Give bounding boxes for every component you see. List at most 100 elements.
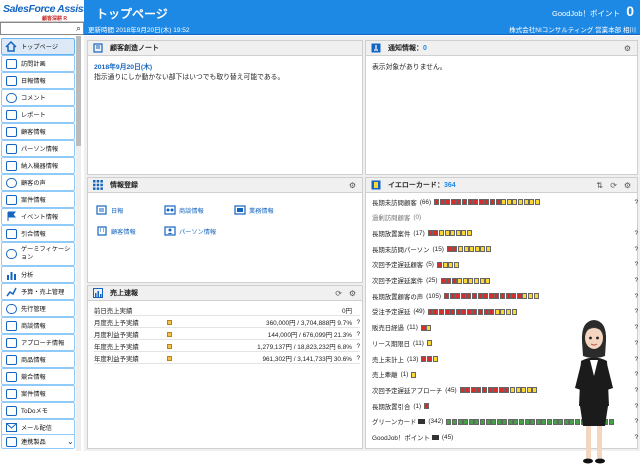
scrollbar-thumb[interactable]: [76, 36, 81, 146]
refresh-icon[interactable]: ⟳: [335, 289, 342, 298]
sales-row[interactable]: 年度利益予実績 961,302円 / 3,141,733円 30.6%?: [94, 354, 360, 364]
help-icon[interactable]: ?: [634, 387, 638, 394]
gear-icon[interactable]: ⚙: [624, 181, 631, 190]
help-icon[interactable]: ?: [634, 308, 638, 315]
card-mark: [474, 277, 480, 284]
yellow-card-row[interactable]: 次回予定遅延案件 (25)?: [372, 275, 638, 287]
sidebar-item-deal[interactable]: 案件情報: [1, 191, 75, 208]
card-mark: [461, 308, 467, 315]
sidebar-item-customer[interactable]: 顧客情報: [1, 123, 75, 140]
sidebar-item-approach[interactable]: アプローチ情報: [1, 334, 75, 351]
yellow-card-row[interactable]: 長期放置案件 (17)?: [372, 227, 638, 239]
help-icon[interactable]: ?: [634, 199, 638, 206]
sidebar-item-label: レポート: [21, 112, 46, 119]
help-icon[interactable]: ?: [634, 246, 638, 253]
help-icon[interactable]: ?: [634, 230, 638, 237]
refresh-icon[interactable]: ⟳: [610, 181, 617, 190]
sidebar-item-voice[interactable]: 顧客の声: [1, 174, 75, 191]
help-icon[interactable]: ?: [634, 277, 638, 284]
sidebar-item-gamification[interactable]: ゲーミフィケーション: [1, 242, 75, 266]
sidebar-item-visit-plan[interactable]: 訪問計画: [1, 55, 75, 72]
help-icon[interactable]: ?: [634, 293, 638, 300]
app-logo[interactable]: SalesForce Assistant 顧客深耕 R: [0, 0, 101, 22]
yellow-card-bars: [459, 387, 538, 394]
card-mark: [469, 246, 475, 253]
customer-note-panel: 顧客創造ノート 2018年9月20日(木) 指示通りにしか動かない部下はいつでも…: [87, 40, 363, 175]
yellowcard-count: 364: [443, 182, 456, 189]
card-mark: [427, 308, 433, 315]
sales-row[interactable]: 月度売上予実績 360,000円 / 3,704,888円 9.7%?: [94, 318, 360, 328]
sidebar-item-comment[interactable]: コメント: [1, 89, 75, 106]
sidebar-item-competitor[interactable]: 競合情報: [1, 368, 75, 385]
user-company[interactable]: 株式会社NIコンサルティング 営業本部 相川: [509, 24, 636, 34]
help-icon[interactable]: ?: [634, 434, 638, 441]
card-mark: [484, 199, 490, 205]
comment-icon: [4, 92, 18, 104]
equipment-icon: [4, 160, 18, 172]
help-icon[interactable]: ?: [634, 356, 638, 363]
yellow-card-row[interactable]: 過剰訪問顧客 (0): [372, 212, 638, 224]
notice-panel: 通知情報：0 ⚙ 表示対象がありません。: [365, 40, 638, 175]
register-customer[interactable]: 顧客情報: [96, 226, 136, 236]
sales-row[interactable]: 年度売上予実績 1,279,137円 / 18,823,232円 6.8%?: [94, 342, 360, 352]
search-input[interactable]: [3, 24, 69, 33]
sidebar-item-equipment[interactable]: 納入機器情報: [1, 157, 75, 174]
card-mark: [516, 293, 522, 300]
help-icon[interactable]: ?: [634, 403, 638, 410]
help-icon[interactable]: ?: [356, 319, 360, 326]
help-icon[interactable]: ?: [356, 343, 360, 350]
help-icon[interactable]: ?: [634, 261, 638, 268]
card-mark: [552, 418, 558, 425]
help-icon[interactable]: ?: [634, 324, 638, 331]
gear-icon[interactable]: ⚙: [349, 181, 356, 190]
sort-icon[interactable]: ⇅: [596, 181, 603, 190]
chevron-down-icon[interactable]: ⌄: [67, 437, 77, 447]
yellow-card-row[interactable]: 長期放置顧客の声 (105)?: [372, 290, 638, 302]
help-icon[interactable]: ?: [634, 340, 638, 347]
sidebar-item-todo[interactable]: ToDoメモ: [1, 402, 75, 419]
negotiation-icon: [4, 320, 18, 332]
register-person[interactable]: パーソン情報: [164, 226, 216, 236]
sidebar-item-negotiation[interactable]: 商談情報: [1, 317, 75, 334]
sidebar-item-integration[interactable]: 連携製品: [1, 434, 75, 449]
deal-icon: [4, 194, 18, 206]
yellow-card-row[interactable]: 長期未訪問パーソン (15)?: [372, 243, 638, 255]
sidebar-item-product[interactable]: 商品情報: [1, 351, 75, 368]
sidebar-item-advance[interactable]: 先行管理: [1, 300, 75, 317]
sidebar-item-person[interactable]: パーソン情報: [1, 140, 75, 157]
sidebar-item-report[interactable]: レポート: [1, 106, 75, 123]
help-icon[interactable]: ?: [634, 418, 638, 425]
card-mark: [440, 277, 446, 284]
help-icon[interactable]: ?: [356, 331, 360, 338]
register-negotiation[interactable]: 商談情報: [164, 205, 204, 215]
search-icon[interactable]: ⌕: [76, 23, 81, 34]
register-business[interactable]: 業務情報: [234, 205, 274, 215]
yellow-card-row[interactable]: 長期未訪問顧客 (66)?: [372, 196, 638, 208]
yellow-card-row[interactable]: 次回予定遅延顧客 (5)?: [372, 259, 638, 271]
sidebar-scrollbar[interactable]: [76, 36, 81, 451]
sidebar-item-label: メール配信: [21, 425, 52, 432]
sales-row[interactable]: 月度利益予実績 144,000円 / 676,099円 21.3%?: [94, 330, 360, 340]
brand-sub: 顧客深耕 R: [42, 16, 68, 22]
gear-icon[interactable]: ⚙: [349, 289, 356, 298]
sidebar-item-event[interactable]: イベント情報: [1, 208, 75, 225]
sidebar-item-inquiry[interactable]: 引合情報: [1, 225, 75, 242]
register-daily-report[interactable]: 日報: [96, 205, 123, 215]
sidebar-item-budget[interactable]: 予算・売上管理: [1, 283, 75, 300]
card-mark: [488, 293, 494, 300]
panel-title: 通知情報：0: [388, 45, 427, 52]
sidebar-item-analysis[interactable]: 分析: [1, 266, 75, 283]
help-icon[interactable]: ?: [634, 371, 638, 378]
assistant-character-image: [575, 320, 613, 464]
card-mark: [466, 230, 472, 237]
goodjob-points-link[interactable]: GoodJob！ポイント: [552, 8, 620, 19]
card-mark: [522, 293, 528, 300]
gear-icon[interactable]: ⚙: [624, 44, 631, 53]
sidebar-item-top[interactable]: トップページ: [1, 38, 75, 55]
help-icon[interactable]: ?: [356, 355, 360, 362]
sidebar-item-daily-report[interactable]: 日報情報: [1, 72, 75, 89]
card-mark: [458, 246, 464, 253]
goodjob-count[interactable]: 0: [626, 3, 634, 19]
card-mark: [504, 387, 510, 394]
sidebar-item-deal-2[interactable]: 案件情報: [1, 385, 75, 402]
